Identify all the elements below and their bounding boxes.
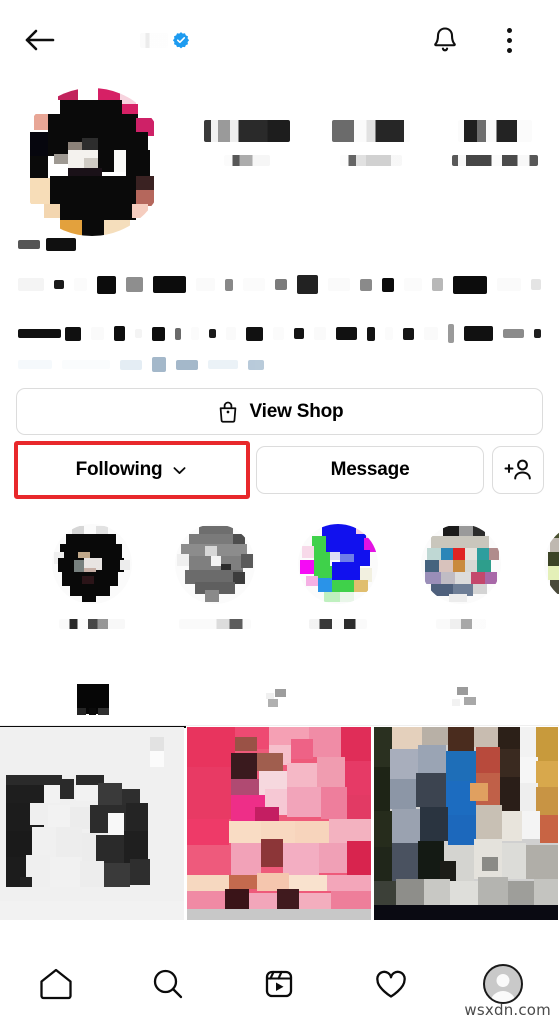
tagged-icon xyxy=(449,683,483,717)
bio-link[interactable] xyxy=(18,357,541,372)
following-button-highlight: Following xyxy=(14,441,250,499)
more-options-button[interactable] xyxy=(489,18,529,62)
profile-content-tabs[interactable] xyxy=(0,672,559,728)
home-icon xyxy=(40,968,72,1000)
view-shop-label: View Shop xyxy=(249,400,344,422)
tab-grid[interactable] xyxy=(0,672,186,728)
highlight-item[interactable] xyxy=(522,524,559,650)
notifications-button[interactable] xyxy=(423,18,467,62)
message-label: Message xyxy=(330,459,410,480)
nav-activity[interactable] xyxy=(335,965,447,1003)
bio-line xyxy=(18,275,541,294)
highlight-label xyxy=(58,619,125,629)
story-highlights[interactable] xyxy=(0,524,559,650)
highlight-item[interactable] xyxy=(153,524,276,650)
grid-post[interactable] xyxy=(187,727,371,920)
highlight-item[interactable] xyxy=(399,524,522,650)
bio-line xyxy=(18,324,542,343)
tabs-divider xyxy=(0,725,559,726)
search-icon xyxy=(153,969,182,999)
add-person-button[interactable] xyxy=(492,446,544,494)
profile-picture-pixelated xyxy=(18,88,166,236)
add-person-icon xyxy=(504,459,531,480)
nav-search[interactable] xyxy=(112,965,224,1003)
chevron-down-icon xyxy=(173,466,186,474)
posts-grid[interactable] xyxy=(0,727,559,920)
stat-followers[interactable] xyxy=(309,120,433,200)
highlight-item[interactable] xyxy=(30,524,153,650)
following-label: Following xyxy=(75,459,163,480)
highlight-thumbnail xyxy=(174,524,255,604)
stat-followers-value xyxy=(332,120,410,142)
more-options-icon xyxy=(506,27,512,33)
stat-following-value xyxy=(458,120,532,142)
highlight-thumbnail xyxy=(297,524,378,604)
grid-post[interactable] xyxy=(0,727,184,920)
grid-icon xyxy=(76,683,110,717)
highlight-label xyxy=(178,619,251,629)
more-options-icon xyxy=(506,37,512,43)
verified-badge-icon xyxy=(172,31,190,49)
watermark: wsxdn.com xyxy=(464,1001,551,1019)
profile-stats xyxy=(185,120,559,200)
stat-following[interactable] xyxy=(433,120,557,200)
highlight-thumbnail xyxy=(51,524,132,604)
instagram-profile-screen: View Shop Following Message wsxdn.com xyxy=(0,0,559,1023)
nav-profile[interactable] xyxy=(447,964,559,1004)
profile-avatar-icon xyxy=(483,964,524,1004)
message-button[interactable]: Message xyxy=(256,446,484,494)
nav-reels[interactable] xyxy=(224,965,336,1003)
stat-following-label xyxy=(452,155,538,166)
highlight-thumbnail xyxy=(420,524,501,604)
tab-reels[interactable] xyxy=(186,672,372,728)
top-app-bar xyxy=(0,0,559,80)
nav-home[interactable] xyxy=(0,965,112,1003)
stat-posts[interactable] xyxy=(185,120,309,200)
highlight-label xyxy=(308,619,367,629)
shopping-bag-icon xyxy=(219,401,236,423)
reels-icon xyxy=(266,970,293,998)
following-button[interactable]: Following xyxy=(18,445,246,495)
highlight-item[interactable] xyxy=(276,524,399,650)
highlight-label xyxy=(435,619,486,629)
heart-icon xyxy=(376,970,407,998)
grid-post[interactable] xyxy=(374,727,558,920)
stat-followers-label xyxy=(340,155,402,166)
highlight-thumbnail xyxy=(543,524,559,604)
profile-username-title xyxy=(140,22,370,58)
arrow-left-icon xyxy=(25,29,55,51)
back-button[interactable] xyxy=(18,18,62,62)
stat-posts-label xyxy=(224,155,270,166)
view-shop-button[interactable]: View Shop xyxy=(16,388,543,435)
display-name xyxy=(18,238,541,251)
profile-bio xyxy=(18,236,542,372)
more-options-icon xyxy=(506,47,512,53)
stat-posts-value xyxy=(204,120,290,142)
username-text xyxy=(140,32,168,48)
tab-tagged[interactable] xyxy=(373,672,559,728)
reels-icon xyxy=(262,683,296,717)
bell-icon xyxy=(434,27,456,52)
avatar[interactable] xyxy=(18,88,166,236)
